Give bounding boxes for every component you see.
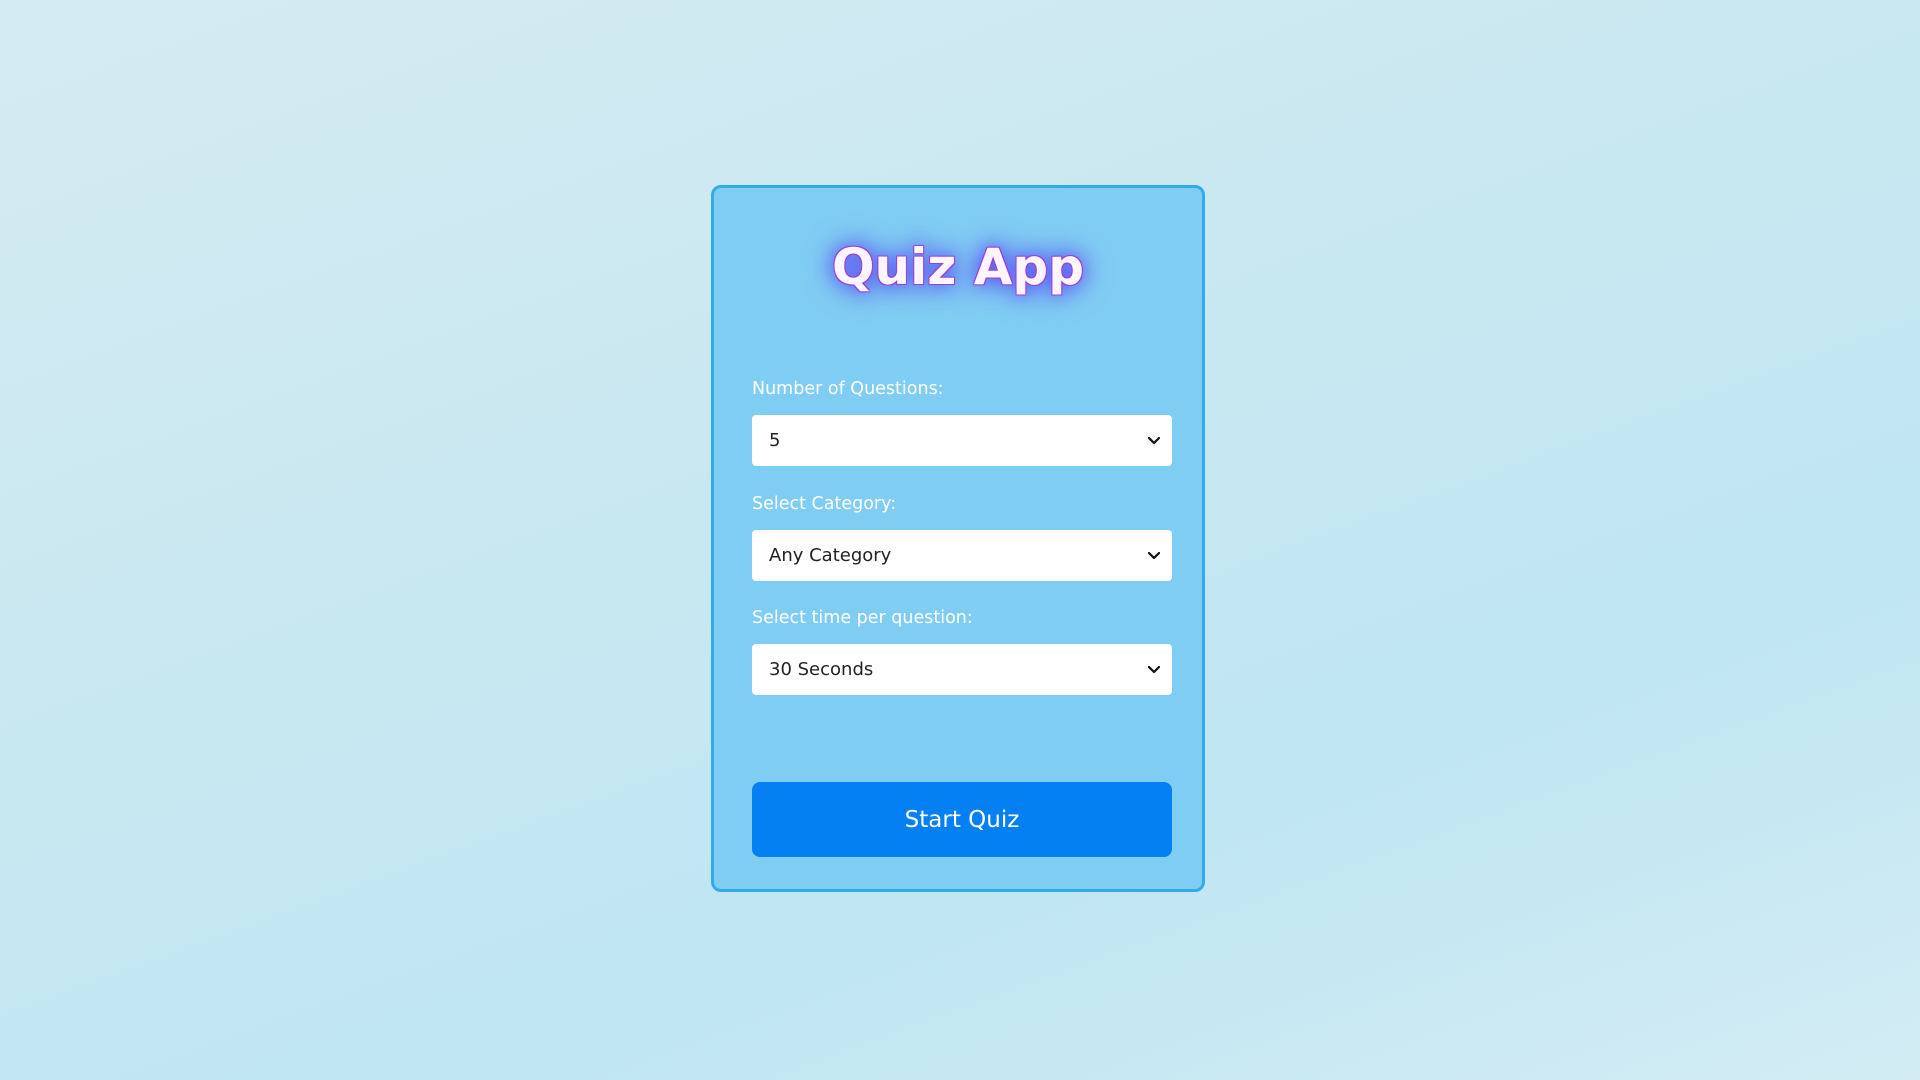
questions-count-select[interactable]: 5 (752, 415, 1172, 466)
category-select[interactable]: Any Category (752, 530, 1172, 581)
chevron-down-icon (1146, 433, 1162, 449)
category-label: Select Category: (752, 494, 897, 514)
time-per-question-select[interactable]: 30 Seconds (752, 644, 1172, 695)
questions-count-value: 5 (769, 430, 781, 451)
app-title: Quiz App (831, 238, 1085, 296)
chevron-down-icon (1146, 662, 1162, 678)
start-quiz-button[interactable]: Start Quiz (752, 782, 1172, 857)
quiz-settings-card: Quiz App Number of Questions: 5 Select C… (711, 185, 1205, 892)
category-value: Any Category (769, 545, 892, 566)
time-per-question-value: 30 Seconds (769, 659, 874, 680)
questions-count-label: Number of Questions: (752, 379, 944, 399)
chevron-down-icon (1146, 548, 1162, 564)
time-per-question-label: Select time per question: (752, 608, 973, 628)
